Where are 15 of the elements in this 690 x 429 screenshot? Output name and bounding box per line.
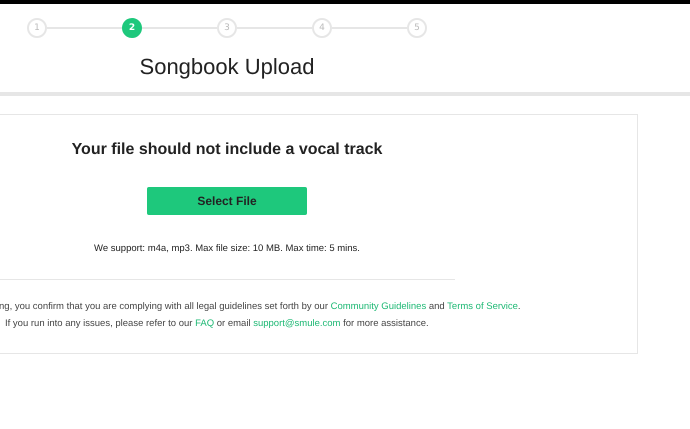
- step-indicator: 5: [407, 18, 427, 38]
- page-title: Songbook Upload: [138, 54, 316, 80]
- text-link[interactable]: Terms of Service: [447, 301, 518, 312]
- text-link[interactable]: Community Guidelines: [330, 301, 426, 312]
- text-link[interactable]: FAQ: [195, 318, 214, 329]
- upload-heading: Your file should not include a vocal track: [72, 141, 382, 159]
- step-indicator: 2: [122, 18, 142, 38]
- legal-text: If you run into any issues, please refer to our FAQ or email support@smule.com for more assistance.: [4, 318, 430, 329]
- step-indicator: 4: [312, 18, 332, 38]
- select-file-button[interactable]: Select File: [147, 187, 307, 215]
- legal-text: ng, you confirm that you are complying with all legal guidelines set forth by our Community Guidelines and Terms of Service.: [0, 301, 522, 312]
- text-link[interactable]: support@smule.com: [253, 318, 340, 329]
- step-indicator: 1: [27, 18, 47, 38]
- support-text: We support: m4a, mp3. Max file size: 10 MB. Max time: 5 mins.: [94, 243, 360, 254]
- step-indicator: 3: [217, 18, 237, 38]
